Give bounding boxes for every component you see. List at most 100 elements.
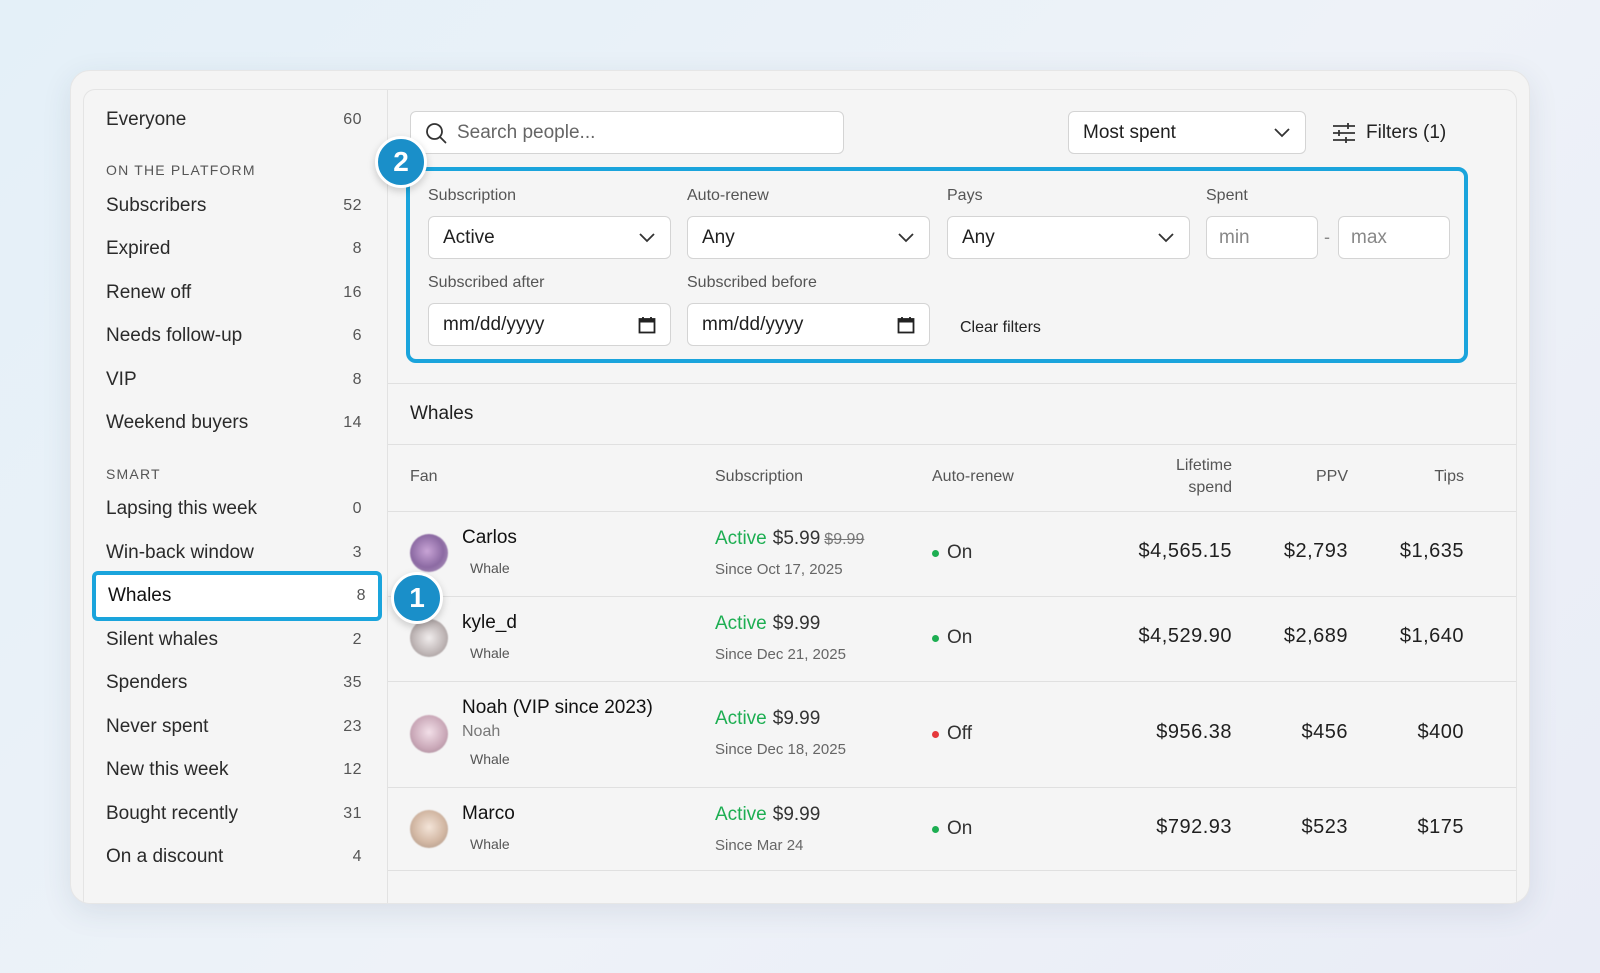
- status-text: Active: [715, 528, 767, 549]
- column-header-tips[interactable]: Tips: [1388, 466, 1464, 488]
- sidebar-item-vip[interactable]: VIP 8: [94, 358, 374, 402]
- sidebar-item-needs-follow-up[interactable]: Needs follow-up 6: [94, 314, 374, 358]
- filters-button[interactable]: Filters (1): [1318, 111, 1464, 154]
- auto-renew-text: Off: [947, 723, 972, 744]
- list-title: Whales: [410, 403, 474, 424]
- spent-filter-label: Spent: [1206, 187, 1248, 204]
- fan-name: Carlos: [462, 527, 517, 548]
- sidebar-item-count: 35: [343, 674, 362, 691]
- lifetime-spend: $4,529.90: [1138, 625, 1232, 647]
- table-row[interactable]: Carlos Whale Active $5.99 $9.99 Since Oct …: [388, 511, 1516, 596]
- sidebar-item-never-spent[interactable]: Never spent 23: [94, 705, 374, 749]
- app-window: Everyone 60 ON THE PLATFORM Subscribers …: [70, 70, 1530, 904]
- sidebar-item-count: 0: [352, 500, 362, 517]
- column-header-ppv[interactable]: PPV: [1268, 466, 1348, 488]
- sidebar-item-whales[interactable]: Whales 8: [92, 571, 382, 621]
- sidebar-item-bought-recently[interactable]: Bought recently 31: [94, 792, 374, 836]
- avatar: [410, 534, 448, 572]
- sidebar-item-expired[interactable]: Expired 8: [94, 227, 374, 271]
- main-panel: Most spent Filters (1) Subscriptio: [388, 90, 1516, 903]
- sidebar-item-count: 60: [343, 111, 362, 128]
- sidebar-item-label: Needs follow-up: [106, 325, 243, 346]
- column-header-text: spend: [1188, 479, 1232, 496]
- lifetime-spend: $956.38: [1156, 721, 1232, 743]
- section-heading-smart: SMART: [106, 466, 161, 482]
- sidebar-item-count: 14: [343, 414, 362, 431]
- callout-badge-1: 1: [391, 572, 443, 624]
- search-box[interactable]: [410, 111, 844, 154]
- sidebar-item-count: 52: [343, 197, 362, 214]
- filter-panel: Subscription Active Auto-renew Any Pays …: [406, 167, 1468, 363]
- subscribed-since: Since Dec 18, 2025: [715, 741, 846, 758]
- subscribed-before-date-input[interactable]: mm/dd/yyyy: [687, 303, 930, 346]
- range-separator: -: [1324, 227, 1330, 247]
- sidebar-item-label: Spenders: [106, 672, 188, 693]
- table-row[interactable]: kyle_d Whale Active $9.99 Since Dec 21, 2…: [388, 596, 1516, 681]
- sidebar-item-count: 8: [356, 587, 366, 604]
- sidebar-item-spenders[interactable]: Spenders 35: [94, 661, 374, 705]
- tips-amount: $400: [1417, 721, 1464, 743]
- status-text: Active: [715, 613, 767, 634]
- sidebar-item-everyone[interactable]: Everyone 60: [94, 98, 374, 142]
- auto-renew-status: On: [932, 542, 972, 564]
- subscribed-since: Since Dec 21, 2025: [715, 646, 846, 663]
- pays-select[interactable]: Any: [947, 216, 1190, 259]
- spent-max-placeholder: max: [1351, 226, 1387, 248]
- spent-max-input[interactable]: max: [1338, 216, 1450, 259]
- auto-renew-filter-label: Auto-renew: [687, 187, 769, 204]
- sidebar-item-count: 2: [352, 631, 362, 648]
- sidebar-item-label: Whales: [108, 585, 172, 606]
- column-header-subscription[interactable]: Subscription: [715, 466, 803, 488]
- sidebar-item-new-this-week[interactable]: New this week 12: [94, 748, 374, 792]
- date-input-value: mm/dd/yyyy: [702, 313, 804, 335]
- sidebar-item-renew-off[interactable]: Renew off 16: [94, 271, 374, 315]
- spent-min-input[interactable]: min: [1206, 216, 1318, 259]
- sidebar-item-label: VIP: [106, 369, 137, 390]
- sidebar-item-count: 23: [343, 718, 362, 735]
- subscribed-after-date-input[interactable]: mm/dd/yyyy: [428, 303, 671, 346]
- fan-name: kyle_d: [462, 612, 517, 633]
- sort-select[interactable]: Most spent: [1068, 111, 1306, 154]
- column-header-auto-renew[interactable]: Auto-renew: [932, 466, 1014, 488]
- calendar-icon[interactable]: [638, 316, 656, 334]
- table-row[interactable]: Marco Whale Active $9.99 Since Mar 24 On …: [388, 787, 1516, 871]
- sidebar-item-count: 12: [343, 761, 362, 778]
- sidebar-item-weekend-buyers[interactable]: Weekend buyers 14: [94, 401, 374, 445]
- column-header-lifetime-spend[interactable]: Lifetime spend: [1132, 455, 1232, 499]
- sidebar-item-win-back-window[interactable]: Win-back window 3: [94, 531, 374, 575]
- column-header-fan[interactable]: Fan: [410, 466, 438, 488]
- auto-renew-text: On: [947, 818, 973, 839]
- ppv-amount: $523: [1301, 816, 1348, 838]
- fan-tag: Whale: [470, 751, 510, 767]
- calendar-icon[interactable]: [897, 316, 915, 334]
- fan-tag: Whale: [470, 560, 510, 576]
- sidebar-item-silent-whales[interactable]: Silent whales 2: [94, 618, 374, 662]
- clear-filters-button[interactable]: Clear filters: [960, 319, 1041, 337]
- sidebar-item-on-a-discount[interactable]: On a discount 4: [94, 835, 374, 879]
- chevron-down-icon: [1274, 127, 1290, 137]
- status-text: Active: [715, 708, 767, 729]
- date-input-value: mm/dd/yyyy: [443, 313, 545, 335]
- subscription-select[interactable]: Active: [428, 216, 671, 259]
- lifetime-spend: $4,565.15: [1138, 540, 1232, 562]
- chevron-down-icon: [898, 232, 914, 242]
- sidebar-item-subscribers[interactable]: Subscribers 52: [94, 184, 374, 228]
- search-input[interactable]: [457, 121, 817, 144]
- pays-select-value: Any: [962, 226, 995, 248]
- fan-tag: Whale: [470, 836, 510, 852]
- fan-name: Marco: [462, 803, 515, 824]
- fan-username: Noah: [462, 723, 501, 740]
- status-dot-icon: [932, 634, 939, 642]
- status-text: Active: [715, 804, 767, 825]
- sidebar-item-label: Silent whales: [106, 629, 218, 650]
- subscribed-before-label: Subscribed before: [687, 274, 817, 291]
- auto-renew-select[interactable]: Any: [687, 216, 930, 259]
- sidebar-item-lapsing-this-week[interactable]: Lapsing this week 0: [94, 487, 374, 531]
- table-row[interactable]: Noah (VIP since 2023) Noah Whale Active $…: [388, 681, 1516, 787]
- auto-renew-status: Off: [932, 723, 972, 745]
- sidebar-item-count: 6: [352, 327, 362, 344]
- old-price: $9.99: [824, 531, 865, 548]
- sliders-icon: [1333, 122, 1355, 143]
- status-dot-icon: [932, 730, 939, 738]
- sidebar-item-label: Everyone: [106, 109, 187, 130]
